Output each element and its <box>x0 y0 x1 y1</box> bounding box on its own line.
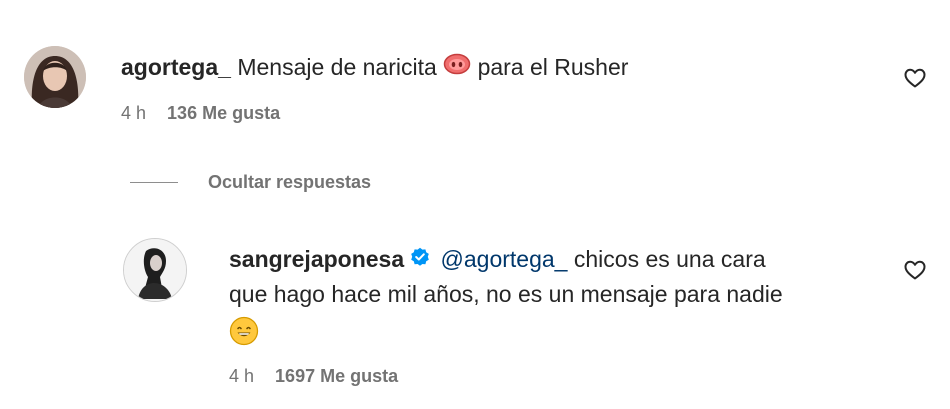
verified-badge-icon <box>410 242 430 276</box>
avatar-agortega[interactable] <box>24 46 86 108</box>
replies-divider-line <box>130 181 178 183</box>
comment-body-part2: para el Rusher <box>477 54 629 80</box>
heart-outline-icon[interactable] <box>903 258 927 282</box>
reply-likes-count[interactable]: 1697 Me gusta <box>275 366 398 386</box>
reply-username[interactable]: sangrejaponesa <box>229 246 404 272</box>
reply-meta: 4 h 1697 Me gusta <box>229 366 398 387</box>
reply-text-line1: sangrejaponesa @agortega_ chicos es una … <box>229 242 766 278</box>
comment-text: agortega_ Mensaje de naricita para el Ru… <box>121 50 628 86</box>
comment-username[interactable]: agortega_ <box>121 54 231 80</box>
reply-text-line2: que hago hace mil años, no es un mensaje… <box>229 277 783 311</box>
reply-body-line1: chicos es una cara <box>573 246 766 272</box>
reply-mention-link[interactable]: @agortega_ <box>441 246 568 272</box>
heart-outline-icon[interactable] <box>903 66 927 90</box>
comment-body-part1: Mensaje de naricita <box>237 54 437 80</box>
reply-body-line2: que hago hace mil años, no es un mensaje… <box>229 281 783 307</box>
hide-replies-label: Ocultar respuestas <box>208 171 372 192</box>
reply-time[interactable]: 4 h <box>229 366 254 386</box>
comment-likes-count[interactable]: 136 Me gusta <box>167 103 280 123</box>
grinning-face-emoji <box>229 316 259 351</box>
comment-time[interactable]: 4 h <box>121 103 146 123</box>
hide-replies-button[interactable]: Ocultar respuestas <box>130 170 371 194</box>
comment-meta: 4 h 136 Me gusta <box>121 103 280 124</box>
pig-nose-emoji <box>443 50 471 84</box>
avatar-sangrejaponesa[interactable] <box>123 238 187 302</box>
